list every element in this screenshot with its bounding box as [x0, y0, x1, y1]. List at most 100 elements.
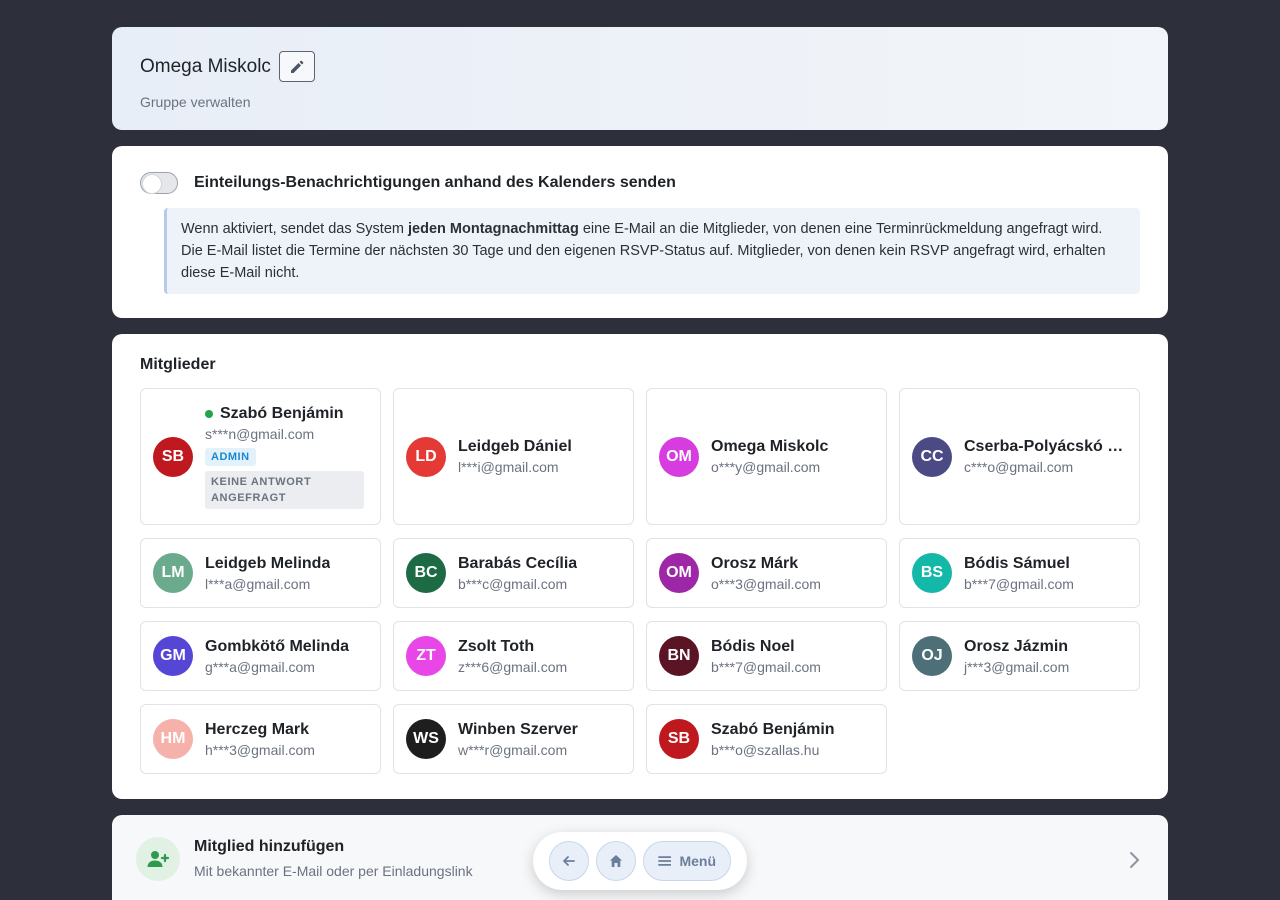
avatar-initials: WS — [413, 730, 439, 747]
member-name: Orosz Jázmin — [964, 637, 1069, 655]
member-email: b***c@gmail.com — [458, 575, 568, 592]
avatar-initials: LD — [415, 447, 437, 465]
back-button[interactable] — [549, 841, 589, 881]
member-email: h***3@gmail.com — [205, 741, 315, 758]
member-card[interactable]: OM Orosz Márk o***3@gmail.com — [646, 538, 887, 608]
edit-group-button[interactable] — [278, 51, 315, 82]
group-subtitle: Gruppe verwalten — [140, 94, 251, 110]
avatar: SB — [153, 436, 193, 477]
avatar-initials: SB — [667, 730, 691, 747]
member-name: Bódis Sámuel — [964, 554, 1070, 572]
member-email: j***3@gmail.com — [964, 658, 1070, 675]
member-info: Winben Szerver w***r@gmail.com — [458, 721, 621, 758]
member-card[interactable]: SB Szabó Benjámin b***o@szallas.hu — [646, 704, 887, 774]
member-name: Omega Miskolc — [711, 438, 829, 455]
menu-button[interactable]: Menü — [643, 841, 731, 881]
avatar-initials: SB — [161, 447, 185, 465]
member-info: Zsolt Toth z***6@gmail.com — [458, 638, 621, 675]
member-grid: SB Szabó Benjámin s***n@gmail.com ADMIN KEIN… — [140, 388, 1140, 774]
avatar-initials: ZT — [416, 647, 436, 664]
member-card[interactable]: BC Barabás Cecília b***c@gmail.com — [393, 538, 634, 608]
member-info: Omega Miskolc o***y@gmail.com — [711, 438, 874, 475]
member-card[interactable]: WS Winben Szerver w***r@gmail.com — [393, 704, 634, 774]
avatar: HM — [153, 719, 193, 759]
avatar: OM — [659, 553, 699, 593]
member-name: Leidgeb Melinda — [205, 554, 331, 572]
member-card[interactable]: LD Leidgeb Dániel l***i@gmail.com — [393, 388, 634, 525]
member-name: Barabás Cecília — [458, 554, 578, 572]
avatar-initials: BS — [920, 564, 944, 581]
member-name-row: Leidgeb Melinda — [205, 555, 368, 573]
avatar-initials: BN — [667, 647, 691, 664]
avatar-initials: OJ — [921, 647, 943, 664]
member-info: Leidgeb Melinda l***a@gmail.com — [205, 555, 368, 592]
member-name: Szabó Benjámin — [711, 720, 835, 738]
notification-info: Wenn aktiviert, sendet das System jeden … — [164, 208, 1140, 294]
member-info: Cserba-Polyácskó Csilla c***o@gmail.com — [964, 438, 1127, 475]
add-member-icon-wrap — [136, 837, 180, 881]
notification-settings: Einteilungs-Benachrichtigungen anhand de… — [112, 146, 1168, 318]
member-name: Herczeg Mark — [205, 720, 310, 738]
group-header: Omega Miskolc Gruppe verwalten — [112, 27, 1168, 130]
notification-toggle[interactable] — [140, 172, 178, 194]
add-member-title: Mitglied hinzufügen — [194, 838, 345, 855]
member-info: Orosz Márk o***3@gmail.com — [711, 555, 874, 592]
member-name-row: Zsolt Toth — [458, 638, 621, 656]
avatar: CC — [912, 436, 952, 477]
avatar-initials: CC — [920, 447, 944, 465]
member-name-row: Szabó Benjámin — [205, 405, 368, 423]
group-title: Omega Miskolc — [140, 55, 271, 77]
avatar: ZT — [406, 636, 446, 676]
member-email: z***6@gmail.com — [458, 658, 568, 675]
avatar: BC — [406, 553, 446, 593]
avatar-initials: HM — [160, 730, 186, 747]
home-button[interactable] — [596, 841, 636, 881]
member-name: Gombkötő Melinda — [205, 637, 349, 655]
member-email: b***7@gmail.com — [711, 658, 821, 675]
member-email: w***r@gmail.com — [458, 741, 568, 758]
member-card[interactable]: BS Bódis Sámuel b***7@gmail.com — [899, 538, 1140, 608]
member-name: Cserba-Polyácskó Csilla — [964, 438, 1127, 455]
member-name-row: Barabás Cecília — [458, 555, 621, 573]
member-card[interactable]: HM Herczeg Mark h***3@gmail.com — [140, 704, 381, 774]
member-info: Bódis Noel b***7@gmail.com — [711, 638, 874, 675]
member-name-row: Leidgeb Dániel — [458, 438, 621, 456]
member-email: o***3@gmail.com — [711, 575, 821, 592]
avatar: BS — [912, 553, 952, 593]
chevron-right-icon — [1130, 852, 1139, 868]
info-text-bold: jeden Montagnachmittag — [408, 221, 579, 237]
member-card[interactable]: CC Cserba-Polyácskó Csilla c***o@gmail.com — [899, 388, 1140, 525]
member-card[interactable]: BN Bódis Noel b***7@gmail.com — [646, 621, 887, 691]
member-name-row: Orosz Márk — [711, 555, 874, 573]
avatar: BN — [659, 636, 699, 676]
member-card[interactable]: OM Omega Miskolc o***y@gmail.com — [646, 388, 887, 525]
member-name: Winben Szerver — [458, 720, 578, 738]
member-name-row: Bódis Noel — [711, 638, 874, 656]
avatar: LD — [406, 436, 446, 477]
avatar: GM — [153, 636, 193, 676]
member-email: c***o@gmail.com — [964, 459, 1074, 475]
member-card[interactable]: OJ Orosz Jázmin j***3@gmail.com — [899, 621, 1140, 691]
member-info: Herczeg Mark h***3@gmail.com — [205, 721, 368, 758]
admin-badge: ADMIN — [205, 447, 256, 466]
avatar: SB — [659, 719, 699, 759]
member-name: Szabó Benjámin — [220, 404, 344, 422]
member-name: Orosz Márk — [711, 554, 799, 572]
member-email: g***a@gmail.com — [205, 658, 315, 675]
member-card[interactable]: SB Szabó Benjámin s***n@gmail.com ADMIN KEIN… — [140, 388, 381, 525]
members-section: Mitglieder SB Szabó Benjámin s***n@gmail.c… — [112, 334, 1168, 799]
menu-label: Menü — [679, 853, 716, 869]
member-info: Leidgeb Dániel l***i@gmail.com — [458, 438, 621, 475]
floating-nav: Menü — [533, 832, 747, 890]
member-card[interactable]: GM Gombkötő Melinda g***a@gmail.com — [140, 621, 381, 691]
member-card[interactable]: LM Leidgeb Melinda l***a@gmail.com — [140, 538, 381, 608]
avatar: LM — [153, 553, 193, 593]
member-name: Bódis Noel — [711, 637, 795, 655]
pencil-icon — [290, 60, 304, 73]
avatar-initials: LM — [161, 564, 185, 581]
member-card[interactable]: ZT Zsolt Toth z***6@gmail.com — [393, 621, 634, 691]
member-email: s***n@gmail.com — [205, 425, 315, 442]
member-name-row: Omega Miskolc — [711, 438, 874, 456]
rsvp-status-badge: KEINE ANTWORT ANGEFRAGT — [205, 470, 364, 509]
member-name-row: Cserba-Polyácskó Csilla — [964, 438, 1127, 456]
